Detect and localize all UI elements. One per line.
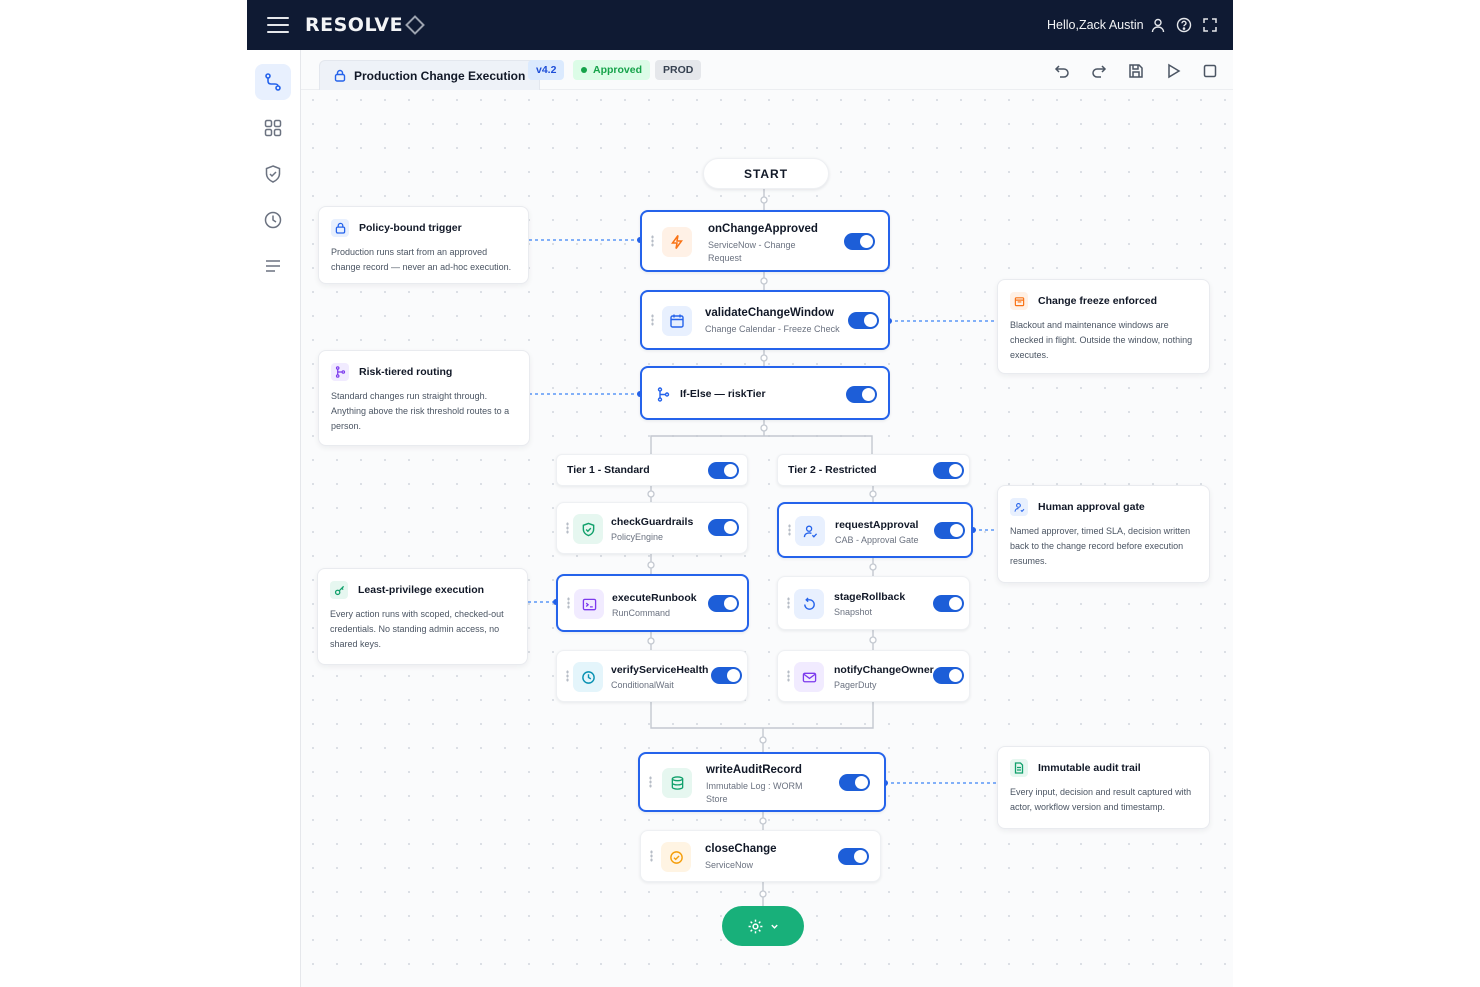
- lightning-icon: [662, 227, 692, 257]
- drag-handle[interactable]: [651, 235, 654, 247]
- node-check-guardrails[interactable]: checkGuardrails PolicyEngine: [556, 502, 748, 554]
- note-title: Change freeze enforced: [1038, 295, 1158, 307]
- note-body: Standard changes run straight through. A…: [331, 391, 510, 431]
- node-execute-runbook[interactable]: executeRunbook RunCommand: [556, 574, 749, 632]
- user-check-icon: [795, 516, 825, 546]
- node-enabled-toggle[interactable]: [838, 848, 869, 865]
- branch-enabled-toggle[interactable]: [708, 462, 739, 479]
- note-body: Every input, decision and result capture…: [1010, 787, 1192, 812]
- branch-tier-1[interactable]: Tier 1 - Standard: [556, 454, 748, 486]
- branch-label: Tier 2 - Restricted: [788, 464, 877, 476]
- note-change-freeze-enforced[interactable]: Change freeze enforced Blackout and main…: [997, 279, 1210, 374]
- drag-handle[interactable]: [567, 597, 570, 609]
- node-subtitle: ServiceNow: [705, 860, 754, 870]
- node-title: verifyServiceHealth: [611, 664, 709, 676]
- node-subtitle: Snapshot: [834, 607, 873, 617]
- node-subtitle: CAB - Approval Gate: [835, 535, 919, 545]
- node-subtitle: ConditionalWait: [611, 680, 674, 690]
- branch-icon: [331, 363, 349, 381]
- node-title: executeRunbook: [612, 592, 697, 604]
- branch-icon: [657, 387, 670, 402]
- node-notify-change-owner[interactable]: notifyChangeOwner PagerDuty: [777, 650, 970, 702]
- note-policy-bound-trigger[interactable]: Policy-bound trigger Production runs sta…: [318, 206, 529, 284]
- note-title: Policy-bound trigger: [359, 222, 462, 234]
- start-node[interactable]: START: [703, 158, 829, 189]
- node-subtitle: Change Calendar - Freeze Check: [705, 324, 840, 334]
- node-enabled-toggle[interactable]: [846, 386, 877, 403]
- drag-handle[interactable]: [566, 522, 569, 534]
- node-enabled-toggle[interactable]: [708, 519, 739, 536]
- shield-check-icon: [573, 514, 603, 544]
- lock-icon: [331, 219, 349, 237]
- node-on-change-approved[interactable]: onChangeApproved ServiceNow - Change Req…: [640, 210, 890, 272]
- node-verify-service-health[interactable]: verifyServiceHealth ConditionalWait: [556, 650, 748, 702]
- node-enabled-toggle[interactable]: [844, 233, 875, 250]
- drag-handle[interactable]: [651, 314, 654, 326]
- node-title: If-Else — riskTier: [680, 388, 766, 400]
- node-subtitle: PagerDuty: [834, 680, 877, 690]
- check-circle-icon: [661, 842, 691, 872]
- node-title: requestApproval: [835, 519, 919, 531]
- drag-handle[interactable]: [787, 597, 790, 609]
- node-close-change[interactable]: closeChange ServiceNow: [640, 830, 881, 882]
- node-title: writeAuditRecord: [706, 764, 802, 776]
- node-title: onChangeApproved: [708, 223, 818, 235]
- note-least-privilege-execution[interactable]: Least-privilege execution Every action r…: [317, 568, 528, 665]
- node-enabled-toggle[interactable]: [933, 667, 964, 684]
- note-risk-tiered-routing[interactable]: Risk-tiered routing Standard changes run…: [318, 350, 530, 446]
- note-body: Named approver, timed SLA, decision writ…: [1010, 526, 1191, 566]
- node-enabled-toggle[interactable]: [839, 774, 870, 791]
- node-subtitle: RunCommand: [612, 608, 671, 618]
- note-title: Risk-tiered routing: [359, 366, 453, 378]
- branch-enabled-toggle[interactable]: [933, 462, 964, 479]
- drag-handle[interactable]: [649, 776, 652, 788]
- drag-handle[interactable]: [566, 670, 569, 682]
- note-title: Human approval gate: [1038, 501, 1145, 513]
- node-title: closeChange: [705, 843, 777, 855]
- branch-tier-2[interactable]: Tier 2 - Restricted: [777, 454, 970, 486]
- app-window: RESOLVE Hello,Zack Austin Production Cha…: [247, 0, 1233, 987]
- key-icon: [330, 581, 348, 599]
- user-check-icon: [1010, 498, 1028, 516]
- clock-icon: [573, 662, 603, 692]
- run-settings-button[interactable]: [722, 906, 804, 946]
- mail-icon: [794, 662, 824, 692]
- drag-handle[interactable]: [787, 670, 790, 682]
- node-stage-rollback[interactable]: stageRollback Snapshot: [777, 576, 970, 630]
- calendar-icon: [662, 306, 692, 336]
- node-subtitle: Immutable Log : WORM Store: [706, 781, 803, 804]
- drag-handle[interactable]: [788, 524, 791, 536]
- document-icon: [1010, 759, 1028, 777]
- node-enabled-toggle[interactable]: [708, 595, 739, 612]
- freeze-calendar-icon: [1010, 292, 1028, 310]
- node-subtitle: PolicyEngine: [611, 532, 664, 542]
- note-human-approval-gate[interactable]: Human approval gate Named approver, time…: [997, 485, 1210, 583]
- terminal-icon: [574, 589, 604, 619]
- gear-icon: [748, 919, 763, 933]
- branch-label: Tier 1 - Standard: [567, 464, 650, 476]
- node-enabled-toggle[interactable]: [933, 595, 964, 612]
- node-subtitle: ServiceNow - Change Request: [708, 240, 796, 263]
- note-immutable-audit-trail[interactable]: Immutable audit trail Every input, decis…: [997, 746, 1210, 829]
- node-write-audit-record[interactable]: writeAuditRecord Immutable Log : WORM St…: [638, 752, 886, 812]
- node-enabled-toggle[interactable]: [711, 667, 742, 684]
- drag-handle[interactable]: [650, 850, 653, 862]
- note-title: Immutable audit trail: [1038, 762, 1141, 774]
- rollback-icon: [794, 589, 824, 619]
- node-enabled-toggle[interactable]: [848, 312, 879, 329]
- node-title: validateChangeWindow: [705, 307, 834, 319]
- node-title: notifyChangeOwner: [834, 664, 934, 676]
- node-request-approval[interactable]: requestApproval CAB - Approval Gate: [777, 502, 973, 558]
- database-icon: [662, 768, 692, 798]
- node-enabled-toggle[interactable]: [934, 522, 965, 539]
- node-title: stageRollback: [834, 591, 906, 603]
- node-validate-change-window[interactable]: validateChangeWindow Change Calendar - F…: [640, 290, 890, 350]
- node-title: checkGuardrails: [611, 516, 694, 528]
- note-body: Every action runs with scoped, checked-o…: [330, 609, 504, 649]
- node-if-else-risk-tier[interactable]: If-Else — riskTier: [640, 366, 890, 420]
- chevron-down-icon: [771, 924, 778, 929]
- note-title: Least-privilege execution: [358, 584, 485, 596]
- note-body: Production runs start from an approved c…: [331, 247, 512, 272]
- note-body: Blackout and maintenance windows are che…: [1010, 320, 1193, 360]
